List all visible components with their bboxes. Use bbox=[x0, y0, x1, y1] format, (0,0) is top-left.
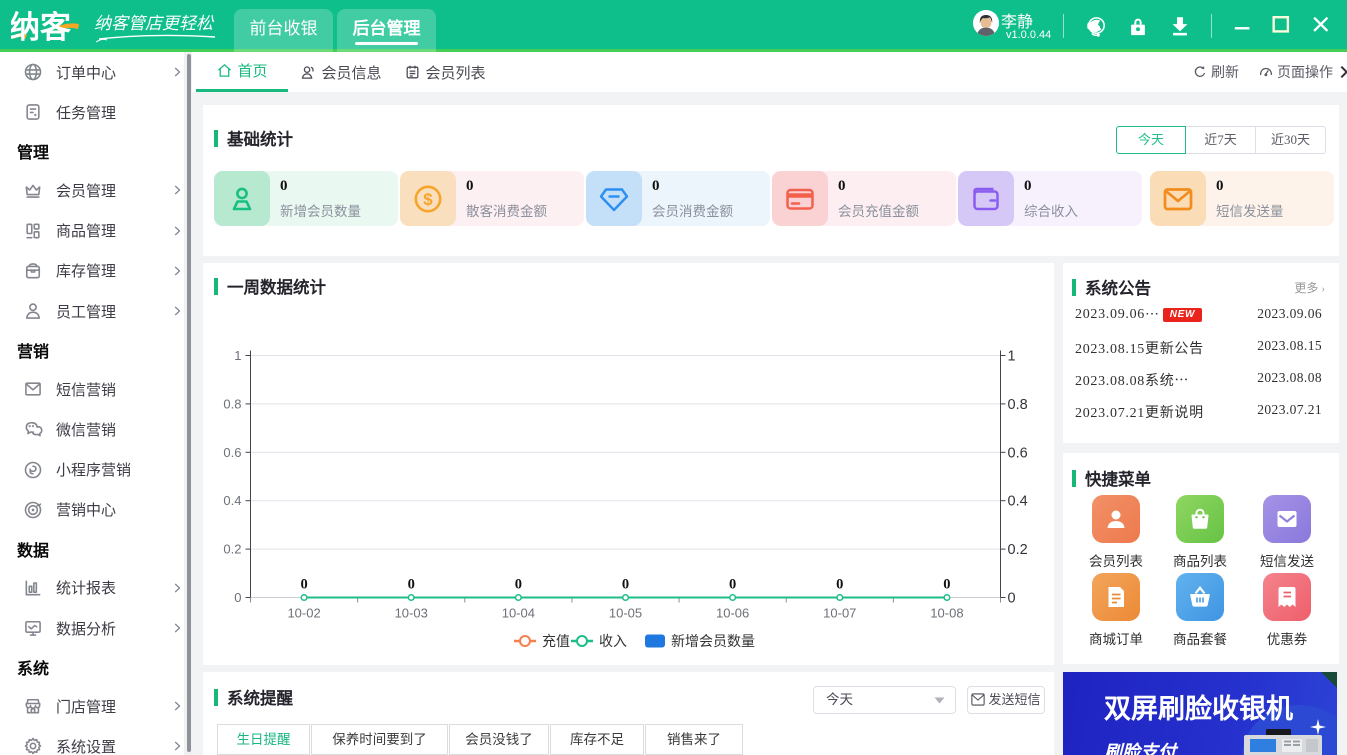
svg-text:0.6: 0.6 bbox=[1008, 445, 1028, 461]
svg-text:新增会员数量: 新增会员数量 bbox=[671, 633, 755, 649]
svg-text:纳客: 纳客 bbox=[11, 11, 71, 41]
svg-text:1: 1 bbox=[234, 348, 241, 363]
svg-text:0.6: 0.6 bbox=[223, 445, 241, 460]
svg-text:0: 0 bbox=[943, 577, 950, 593]
svg-text:0: 0 bbox=[1008, 591, 1016, 607]
svg-text:10-07: 10-07 bbox=[823, 606, 856, 621]
svg-text:0.2: 0.2 bbox=[1008, 542, 1028, 558]
svg-text:0.4: 0.4 bbox=[1008, 494, 1028, 510]
svg-text:0: 0 bbox=[729, 577, 736, 593]
svg-text:10-06: 10-06 bbox=[716, 606, 749, 621]
svg-text:充值: 充值 bbox=[542, 633, 570, 649]
svg-text:10-08: 10-08 bbox=[930, 606, 963, 621]
svg-text:10-04: 10-04 bbox=[502, 606, 535, 621]
svg-text:0: 0 bbox=[300, 577, 307, 593]
svg-text:0: 0 bbox=[408, 577, 415, 593]
svg-text:收入: 收入 bbox=[599, 633, 627, 649]
svg-text:0.8: 0.8 bbox=[223, 396, 241, 411]
svg-text:纳客管店更轻松: 纳客管店更轻松 bbox=[94, 14, 215, 33]
svg-text:0.2: 0.2 bbox=[223, 542, 241, 557]
svg-text:0: 0 bbox=[234, 590, 241, 605]
svg-text:10-05: 10-05 bbox=[609, 606, 642, 621]
svg-text:0: 0 bbox=[836, 577, 843, 593]
svg-text:0: 0 bbox=[515, 577, 522, 593]
svg-text:1: 1 bbox=[1008, 349, 1016, 365]
svg-text:10-03: 10-03 bbox=[395, 606, 428, 621]
svg-text:$: $ bbox=[423, 190, 433, 209]
svg-text:10-02: 10-02 bbox=[287, 606, 320, 621]
svg-text:0: 0 bbox=[622, 577, 629, 593]
svg-text:0.8: 0.8 bbox=[1008, 397, 1028, 413]
svg-text:0.4: 0.4 bbox=[223, 493, 241, 508]
